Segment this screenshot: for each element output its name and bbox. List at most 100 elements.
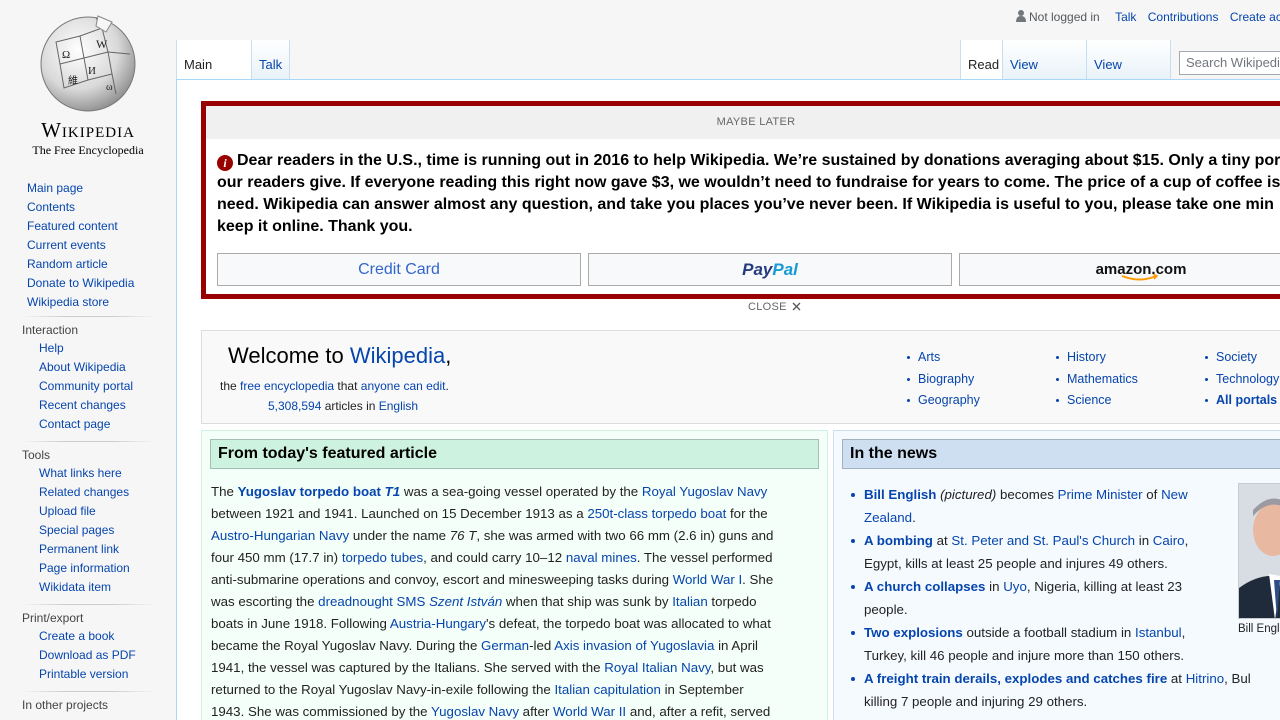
in-the-news-list: Bill English (pictured) becomes Prime Mi… [842, 483, 1251, 713]
article-link[interactable]: Axis invasion of Yugoslavia [554, 638, 714, 653]
sidebar-item-upload-file[interactable]: Upload file [0, 502, 176, 521]
article-link[interactable]: World War I [673, 572, 742, 587]
sidebar-item-help[interactable]: Help [0, 339, 176, 358]
text-run: returned to the Royal Yugoslav Navy-in-e… [211, 682, 555, 697]
contributions-link[interactable]: Contributions [1148, 10, 1219, 24]
text-line: Bill English (pictured) becomes Prime Mi… [864, 483, 1222, 506]
tab-view-history[interactable]: View history [1087, 40, 1171, 122]
wikipedia-logo[interactable]: W Ω И 維 ω Wikipedia The Free Encyclopedi… [14, 10, 162, 158]
paypal-button[interactable]: PayPal [588, 253, 952, 286]
sidebar-item-about[interactable]: About Wikipedia [0, 358, 176, 377]
portal-science[interactable]: Science [1067, 393, 1111, 407]
article-link[interactable]: Uyo [1003, 579, 1027, 594]
article-link[interactable]: dreadnought SMS [318, 594, 429, 609]
tab-main-page[interactable]: Main Page [176, 40, 252, 122]
article-link[interactable]: A bombing [864, 533, 933, 548]
article-link[interactable]: torpedo tubes [342, 550, 423, 565]
sidebar-item-contents[interactable]: Contents [0, 198, 176, 217]
amazon-button[interactable]: amazon.com [959, 253, 1280, 286]
sidebar-item-create-book[interactable]: Create a book [0, 627, 176, 646]
tab-view-source[interactable]: View source [1003, 40, 1087, 122]
sidebar-item-contact-page[interactable]: Contact page [0, 415, 176, 434]
sidebar-item-community-portal[interactable]: Community portal [0, 377, 176, 396]
article-link[interactable]: T1 [385, 484, 401, 499]
article-link[interactable]: Yugoslav Navy [431, 704, 519, 719]
text-run: and, after a refit, served [626, 704, 771, 719]
text-run: , but was [710, 660, 764, 675]
article-link[interactable]: Bill English [864, 487, 936, 502]
sidebar-item-random-article[interactable]: Random article [0, 255, 176, 274]
article-link[interactable]: Istanbul [1135, 625, 1182, 640]
sidebar-item-recent-changes[interactable]: Recent changes [0, 396, 176, 415]
article-link[interactable]: World War II [553, 704, 626, 719]
sidebar-item-store[interactable]: Wikipedia store [0, 293, 176, 312]
news-item: Two explosions outside a football stadiu… [842, 621, 1222, 667]
article-link[interactable]: Szent István [429, 594, 502, 609]
article-link[interactable]: Prime Minister [1058, 487, 1143, 502]
article-link[interactable]: naval mines [566, 550, 637, 565]
sidebar-item-related-changes[interactable]: Related changes [0, 483, 176, 502]
text-run: 1943. She was commissioned by the [211, 704, 432, 719]
article-link[interactable]: A freight train derails, explodes and ca… [864, 671, 1167, 686]
free-encyclopedia-link[interactable]: free encyclopedia [240, 379, 334, 393]
maybe-later-button[interactable]: MAYBE LATER [206, 106, 1280, 139]
portal-history[interactable]: History [1067, 350, 1106, 364]
wikipedia-main-page: W Ω И 維 ω Wikipedia The Free Encyclopedi… [0, 0, 1280, 720]
create-account-link[interactable]: Create ac [1230, 10, 1280, 24]
article-link[interactable]: Austro-Hungarian Navy [211, 528, 349, 543]
portal-mathematics[interactable]: Mathematics [1067, 372, 1138, 386]
article-count-link[interactable]: 5,308,594 [268, 399, 321, 413]
news-photo[interactable] [1238, 483, 1280, 619]
sidebar-item-printable-version[interactable]: Printable version [0, 665, 176, 684]
article-link[interactable]: Italian capitulation [554, 682, 660, 697]
tab-talk[interactable]: Talk [252, 40, 290, 80]
article-link[interactable]: Royal Italian Navy [604, 660, 710, 675]
sidebar-item-what-links-here[interactable]: What links here [0, 464, 176, 483]
portal-society[interactable]: Society [1216, 350, 1257, 364]
search-input[interactable]: Search Wikipedi [1179, 51, 1280, 75]
in-the-news-heading: In the news [842, 439, 1280, 469]
article-link[interactable]: Cairo [1153, 533, 1185, 548]
sidebar-item-current-events[interactable]: Current events [0, 236, 176, 255]
english-link[interactable]: English [379, 399, 418, 413]
portal-arts[interactable]: Arts [918, 350, 940, 364]
article-link[interactable]: Hitrino [1186, 671, 1224, 686]
article-link[interactable]: A church collapses [864, 579, 985, 594]
sidebar-item-special-pages[interactable]: Special pages [0, 521, 176, 540]
article-link[interactable]: Two explosions [864, 625, 963, 640]
sidebar-item-page-information[interactable]: Page information [0, 559, 176, 578]
wikipedia-link[interactable]: Wikipedia [350, 343, 445, 368]
article-link[interactable]: Italian [672, 594, 707, 609]
portal-technology[interactable]: Technology [1216, 372, 1279, 386]
sidebar-item-wikidata-item[interactable]: Wikidata item [0, 578, 176, 597]
article-link[interactable]: Austria-Hungary [390, 616, 486, 631]
not-logged-in-label: Not logged in [1029, 10, 1100, 24]
sidebar-item-permanent-link[interactable]: Permanent link [0, 540, 176, 559]
article-link[interactable]: Royal Yugoslav Navy [642, 484, 767, 499]
article-link[interactable]: St. Peter and St. Paul's Church [951, 533, 1135, 548]
text-run: became the Royal Yugoslav Navy. During t… [211, 638, 482, 653]
close-banner-button[interactable]: CLOSE [748, 301, 801, 313]
bullet [907, 356, 910, 360]
other-projects-heading[interactable]: In other projects [0, 696, 176, 714]
sidebar-item-main-page[interactable]: Main page [0, 179, 176, 198]
talk-link[interactable]: Talk [1115, 10, 1136, 24]
article-link[interactable]: German [481, 638, 529, 653]
portal-geography[interactable]: Geography [918, 393, 980, 407]
sidebar-item-featured-content[interactable]: Featured content [0, 217, 176, 236]
sidebar-item-download-pdf[interactable]: Download as PDF [0, 646, 176, 665]
portal-all-portals[interactable]: All portals [1216, 393, 1277, 407]
article-link[interactable]: New [1161, 487, 1188, 502]
text-run: in [1135, 533, 1153, 548]
article-link[interactable]: Yugoslav torpedo boat [238, 484, 385, 499]
text-run: killing 7 people and injuring 29 others. [864, 694, 1088, 709]
article-link[interactable]: Zealand [864, 510, 912, 525]
portal-biography[interactable]: Biography [918, 372, 974, 386]
article-link[interactable]: 250t-class torpedo boat [587, 506, 726, 521]
tab-read[interactable]: Read [960, 40, 1003, 80]
anyone-can-edit-link[interactable]: anyone can edit [361, 379, 446, 393]
sidebar-item-donate[interactable]: Donate to Wikipedia [0, 274, 176, 293]
text-run: The [211, 484, 238, 499]
credit-card-button[interactable]: Credit Card [217, 253, 581, 286]
divider [22, 691, 156, 692]
